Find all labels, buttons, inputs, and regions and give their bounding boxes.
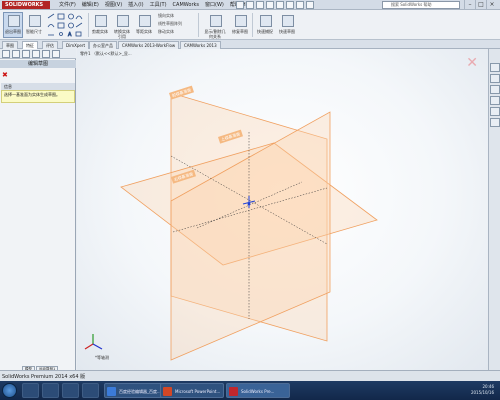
menu-window[interactable]: 窗口(W) <box>202 1 227 9</box>
appearances-icon[interactable] <box>490 107 500 116</box>
command-manager: 退出草图 智能尺寸 A 剪裁实体 转换实体引用 等距实体 镜向实体 线性草图阵列 <box>0 10 500 40</box>
convert-entities-button[interactable]: 转换实体引用 <box>112 12 132 39</box>
repair-sketch-button[interactable]: 修复草图 <box>230 12 250 38</box>
options-icon[interactable] <box>306 1 314 9</box>
solidworks-window: SOLIDWORKS 文件(F) 编辑(E) 视图(V) 插入(I) 工具(T)… <box>0 0 500 400</box>
rapid-sketch-button[interactable]: 快速草图 <box>277 12 297 38</box>
ribbon-separator <box>252 13 253 37</box>
mirror-entities-button[interactable]: 镜向实体 <box>158 13 174 18</box>
camworks-icon[interactable] <box>52 50 60 58</box>
exit-sketch-button[interactable]: 退出草图 <box>3 12 23 38</box>
taskbar-window-powerpoint[interactable]: Microsoft PowerPoint... <box>160 383 224 398</box>
exit-sketch-icon <box>8 15 20 27</box>
file-explorer-icon[interactable] <box>490 85 500 94</box>
tab-camworks[interactable]: CAMWorks 2013 <box>180 41 221 49</box>
solidworks-logo[interactable]: SOLIDWORKS <box>2 1 50 9</box>
smart-dimension-button[interactable]: 智能尺寸 <box>24 12 44 38</box>
browser-window-icon <box>107 387 116 396</box>
property-manager: 编辑草图 ✖ 信息 选择一基准面为实体生成草图。 <box>0 59 76 370</box>
menu-insert[interactable]: 插入(I) <box>125 1 146 9</box>
tab-features[interactable]: 特征 <box>22 41 38 49</box>
smart-dimension-icon <box>29 15 41 27</box>
chrome-icon[interactable] <box>82 383 99 398</box>
message-section-header[interactable]: 信息 <box>1 83 75 90</box>
custom-properties-icon[interactable] <box>490 118 500 127</box>
minimize-button[interactable]: – <box>464 0 475 10</box>
clock-date: 2015/10/16 <box>470 390 494 395</box>
tab-evaluate[interactable]: 评估 <box>42 41 58 49</box>
task-pane-tabs <box>488 49 500 370</box>
menu-view[interactable]: 视图(V) <box>102 1 125 9</box>
cancel-icon[interactable]: ✖ <box>2 72 8 79</box>
display-delete-relations-button[interactable]: 显示/删除几何关系 <box>202 12 228 39</box>
property-manager-icon[interactable] <box>12 50 20 58</box>
trim-entities-button[interactable]: 剪裁实体 <box>90 12 110 38</box>
media-player-icon[interactable] <box>62 383 79 398</box>
offset-icon <box>139 15 151 27</box>
start-button[interactable] <box>2 383 17 398</box>
menu-camworks[interactable]: CAMWorks <box>170 1 203 9</box>
move-entities-button[interactable]: 移动实体 <box>158 29 174 34</box>
help-search-input[interactable]: 搜索 SolidWorks 帮助 <box>382 1 460 9</box>
tab-camworks-workflow[interactable]: CAMWorks 2013-WorkFlow <box>118 41 180 49</box>
reference-triad-icon <box>84 334 103 350</box>
offset-entities-button[interactable]: 等距实体 <box>134 12 154 38</box>
system-tray[interactable]: 20:46 2015/10/16 <box>440 383 498 398</box>
tab-dimxpert[interactable]: DimXpert <box>62 41 90 49</box>
trim-icon <box>95 15 107 27</box>
reference-planes[interactable]: 前视基准面 上视基准面 右视基准面 <box>77 49 488 370</box>
feature-manager-tabs <box>0 49 76 59</box>
feature-tree-icon[interactable] <box>2 50 10 58</box>
solidworks-taskbar-icon <box>229 387 238 396</box>
menu-tools[interactable]: 工具(T) <box>147 1 170 9</box>
tab-office-products[interactable]: 办公室产品 <box>89 41 117 49</box>
open-file-icon[interactable] <box>246 1 254 9</box>
undo-icon[interactable] <box>276 1 284 9</box>
menu-file[interactable]: 文件(F) <box>56 1 79 9</box>
file-explorer-taskbar-icon[interactable] <box>42 383 59 398</box>
svg-text:A: A <box>68 32 72 38</box>
snap-icon <box>260 15 272 27</box>
linear-pattern-button[interactable]: 线性草图阵列 <box>158 21 182 26</box>
powerpoint-icon <box>163 387 172 396</box>
save-icon[interactable] <box>256 1 264 9</box>
window-controls: – □ × <box>464 0 497 10</box>
select-icon[interactable] <box>286 1 294 9</box>
status-text: SolidWorks Premium 2014 x64 版 <box>2 374 86 380</box>
rebuild-icon[interactable] <box>296 1 304 9</box>
menu-edit[interactable]: 编辑(E) <box>79 1 102 9</box>
ribbon-separator <box>198 13 199 37</box>
view-orientation-label: *等轴测 <box>95 355 109 360</box>
dimxpert-manager-icon[interactable] <box>32 50 40 58</box>
sketch-tools-grid[interactable]: A <box>46 13 86 39</box>
taskbar-window-solidworks[interactable]: SolidWorks Pre... <box>226 383 290 398</box>
new-file-icon[interactable] <box>236 1 244 9</box>
quick-snaps-button[interactable]: 快速捕捉 <box>255 12 275 38</box>
command-tabs: 草图 特征 评估 DimXpert 办公室产品 CAMWorks 2013-Wo… <box>0 40 500 49</box>
design-library-icon[interactable] <box>490 74 500 83</box>
print-icon[interactable] <box>266 1 274 9</box>
configuration-manager-icon[interactable] <box>22 50 30 58</box>
quick-access-toolbar <box>236 1 314 9</box>
windows-taskbar: 百度经验编辑器_百度... Microsoft PowerPoint... So… <box>0 381 500 400</box>
convert-icon <box>117 15 129 27</box>
ribbon-separator <box>88 13 89 37</box>
menu-bar: 文件(F) 编辑(E) 视图(V) 插入(I) 工具(T) CAMWorks 窗… <box>56 1 251 9</box>
solidworks-resources-icon[interactable] <box>490 63 500 72</box>
taskbar-window-browser[interactable]: 百度经验编辑器_百度... <box>104 383 168 398</box>
message-box: 选择一基准面为实体生成草图。 <box>1 90 75 103</box>
internet-explorer-icon[interactable] <box>22 383 39 398</box>
tab-sketch[interactable]: 草图 <box>2 41 18 49</box>
status-bar: SolidWorks Premium 2014 x64 版 <box>0 370 500 381</box>
title-bar: SOLIDWORKS 文件(F) 编辑(E) 视图(V) 插入(I) 工具(T)… <box>0 0 500 10</box>
repair-icon <box>235 15 247 27</box>
graphics-area[interactable]: 零件1 （默认<<默认>_显... ✕ 前视基准面 上视基准面 右视基准面 *等… <box>77 49 488 370</box>
close-button[interactable]: × <box>486 0 497 10</box>
display-manager-icon[interactable] <box>42 50 50 58</box>
rapid-sketch-icon <box>282 15 294 27</box>
relations-icon <box>210 15 222 27</box>
view-palette-icon[interactable] <box>490 96 500 105</box>
maximize-button[interactable]: □ <box>475 0 486 10</box>
panel-title: 编辑草图 <box>0 60 76 68</box>
